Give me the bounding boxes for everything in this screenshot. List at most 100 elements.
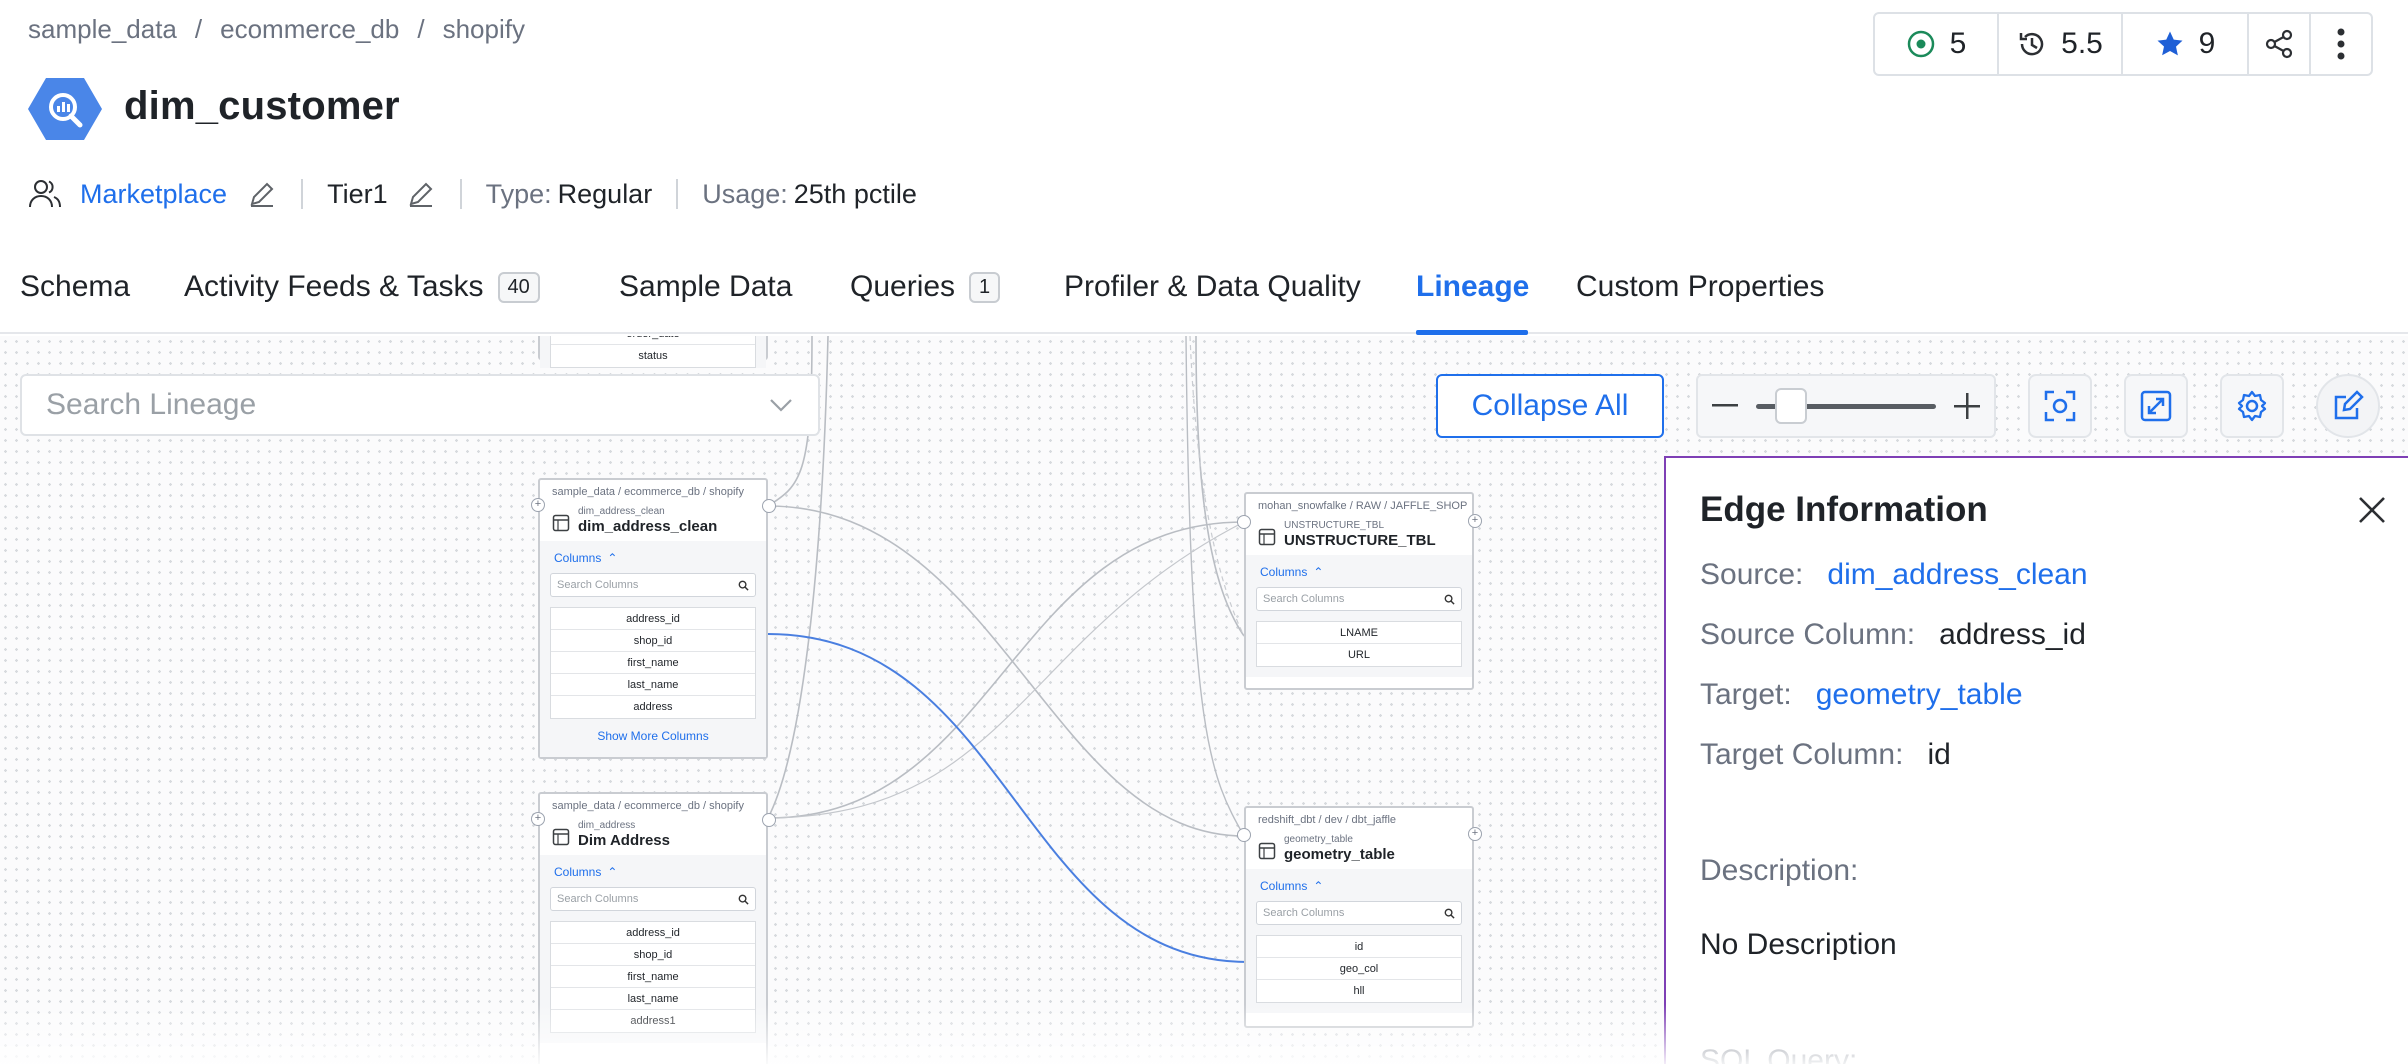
lineage-canvas[interactable]: order_date status sample_data / ecommerc… xyxy=(0,336,2408,1064)
tab-lineage[interactable]: Lineage xyxy=(1416,270,1529,304)
column-search-input[interactable]: Search Columns xyxy=(1256,587,1462,611)
page-title: dim_customer xyxy=(124,84,400,128)
edit-tier-icon[interactable] xyxy=(406,179,436,209)
lineage-node-unstructure-tbl[interactable]: mohan_snowfalke / RAW / JAFFLE_SHOP UNST… xyxy=(1244,492,1474,690)
tab-activity-feeds[interactable]: Activity Feeds & Tasks 40 xyxy=(184,270,540,304)
column-search-input[interactable]: Search Columns xyxy=(1256,901,1462,925)
tier-value: Tier1 xyxy=(327,178,388,209)
lineage-edge[interactable] xyxy=(767,521,1245,819)
lineage-node-dim-address-clean[interactable]: sample_data / ecommerce_db / shopify dim… xyxy=(538,478,768,759)
expand-downstream-handle[interactable]: + xyxy=(1468,827,1482,841)
expand-downstream-handle[interactable]: + xyxy=(1468,514,1482,528)
owner-link[interactable]: Marketplace xyxy=(80,179,227,210)
star-button[interactable]: 9 xyxy=(2123,14,2249,74)
column-row[interactable]: URL xyxy=(1257,644,1461,666)
column-row[interactable]: address_id xyxy=(551,608,755,630)
column-search-input[interactable]: Search Columns xyxy=(550,573,756,597)
version-button[interactable]: 5.5 xyxy=(1999,14,2123,74)
focus-icon xyxy=(2044,390,2076,422)
zoom-slider[interactable] xyxy=(1752,376,1940,436)
column-row[interactable]: geo_col xyxy=(1257,958,1461,980)
fit-view-button[interactable] xyxy=(2028,374,2092,438)
tab-bar: Schema Activity Feeds & Tasks 40 Sample D… xyxy=(0,250,2408,335)
share-button[interactable] xyxy=(2249,14,2311,74)
share-icon xyxy=(2265,29,2293,59)
columns-toggle[interactable]: Columns ⌃ xyxy=(550,863,756,887)
plus-icon xyxy=(1954,393,1980,419)
lineage-edge[interactable] xyxy=(1189,336,1245,637)
column-row[interactable]: order_date xyxy=(551,336,755,345)
lineage-edge[interactable] xyxy=(1195,336,1245,637)
node-connection-handle[interactable] xyxy=(762,499,776,513)
node-connection-handle[interactable] xyxy=(762,813,776,827)
target-link[interactable]: geometry_table xyxy=(1816,678,2023,712)
search-placeholder: Search Columns xyxy=(557,579,639,591)
node-name[interactable]: dim_address_clean xyxy=(578,518,717,535)
node-connection-handle[interactable] xyxy=(1237,828,1251,842)
version-number: 5.5 xyxy=(2061,27,2103,60)
tab-profiler[interactable]: Profiler & Data Quality xyxy=(1064,270,1361,304)
node-name[interactable]: geometry_table xyxy=(1284,846,1395,863)
node-path: redshift_dbt / dev / dbt_jaffle xyxy=(1258,814,1396,826)
more-options-button[interactable] xyxy=(2311,14,2371,74)
zoom-out-button[interactable] xyxy=(1698,376,1752,436)
tab-queries[interactable]: Queries 1 xyxy=(850,270,1001,304)
column-row[interactable]: last_name xyxy=(551,674,755,696)
columns-label: Columns xyxy=(1260,879,1308,893)
column-row[interactable]: id xyxy=(1257,936,1461,958)
search-lineage-input[interactable]: Search Lineage xyxy=(20,374,820,436)
minus-icon xyxy=(1712,404,1738,407)
columns-toggle[interactable]: Columns ⌃ xyxy=(550,549,756,573)
column-row[interactable]: first_name xyxy=(551,652,755,674)
expand-upstream-handle[interactable]: + xyxy=(531,812,545,826)
lineage-settings-button[interactable] xyxy=(2220,374,2284,438)
collapse-all-button[interactable]: Collapse All xyxy=(1436,374,1664,438)
expand-upstream-handle[interactable]: + xyxy=(531,498,545,512)
breadcrumb-item[interactable]: ecommerce_db xyxy=(220,14,399,45)
tab-sample-data[interactable]: Sample Data xyxy=(619,270,792,304)
columns-toggle[interactable]: Columns ⌃ xyxy=(1256,563,1462,587)
column-row[interactable]: shop_id xyxy=(551,630,755,652)
columns-toggle[interactable]: Columns ⌃ xyxy=(1256,877,1462,901)
breadcrumb-item[interactable]: shopify xyxy=(443,14,525,45)
edit-lineage-button[interactable] xyxy=(2316,374,2380,438)
zoom-in-button[interactable] xyxy=(1940,376,1994,436)
kebab-menu-icon xyxy=(2337,28,2345,60)
tab-label: Schema xyxy=(20,270,131,303)
panel-title: Edge Information xyxy=(1700,490,1988,529)
column-row[interactable]: last_name xyxy=(551,988,755,1010)
zoom-slider-handle[interactable] xyxy=(1775,388,1807,424)
column-row[interactable]: address xyxy=(551,696,755,718)
source-link[interactable]: dim_address_clean xyxy=(1827,558,2087,592)
column-search-input[interactable]: Search Columns xyxy=(550,887,756,911)
column-row[interactable]: status xyxy=(551,345,755,367)
breadcrumb-item[interactable]: sample_data xyxy=(28,14,177,45)
show-more-columns-link[interactable]: Show More Columns xyxy=(550,719,756,747)
tab-custom-properties[interactable]: Custom Properties xyxy=(1576,270,1824,304)
column-row[interactable]: first_name xyxy=(551,966,755,988)
edit-owner-icon[interactable] xyxy=(247,179,277,209)
source-column-label: Source Column: xyxy=(1700,618,1916,651)
lineage-node-dim-address[interactable]: sample_data / ecommerce_db / shopify dim… xyxy=(538,792,768,1064)
edit-icon xyxy=(2334,390,2364,420)
column-row[interactable]: address1 xyxy=(551,1010,755,1032)
node-name[interactable]: UNSTRUCTURE_TBL xyxy=(1284,532,1436,549)
chevron-down-icon xyxy=(770,399,792,412)
column-row[interactable]: hll xyxy=(1257,980,1461,1002)
followers-button[interactable]: 5 xyxy=(1875,14,1999,74)
users-icon xyxy=(29,180,61,208)
tab-count: 40 xyxy=(497,271,540,303)
lineage-node-geometry-table[interactable]: redshift_dbt / dev / dbt_jaffle geometry… xyxy=(1244,806,1474,1028)
column-row[interactable]: LNAME xyxy=(1257,622,1461,644)
close-icon[interactable] xyxy=(2356,494,2388,526)
node-connection-handle[interactable] xyxy=(1237,515,1251,529)
tab-schema[interactable]: Schema xyxy=(20,270,130,304)
column-row[interactable]: address_id xyxy=(551,922,755,944)
description-label: Description: xyxy=(1700,854,1859,887)
selected-lineage-edge[interactable] xyxy=(767,633,1249,963)
fullscreen-button[interactable] xyxy=(2124,374,2188,438)
lineage-edge[interactable] xyxy=(767,505,1245,837)
node-name[interactable]: Dim Address xyxy=(578,832,670,849)
column-row[interactable]: shop_id xyxy=(551,944,755,966)
lineage-node-partial[interactable]: order_date status xyxy=(538,336,768,368)
